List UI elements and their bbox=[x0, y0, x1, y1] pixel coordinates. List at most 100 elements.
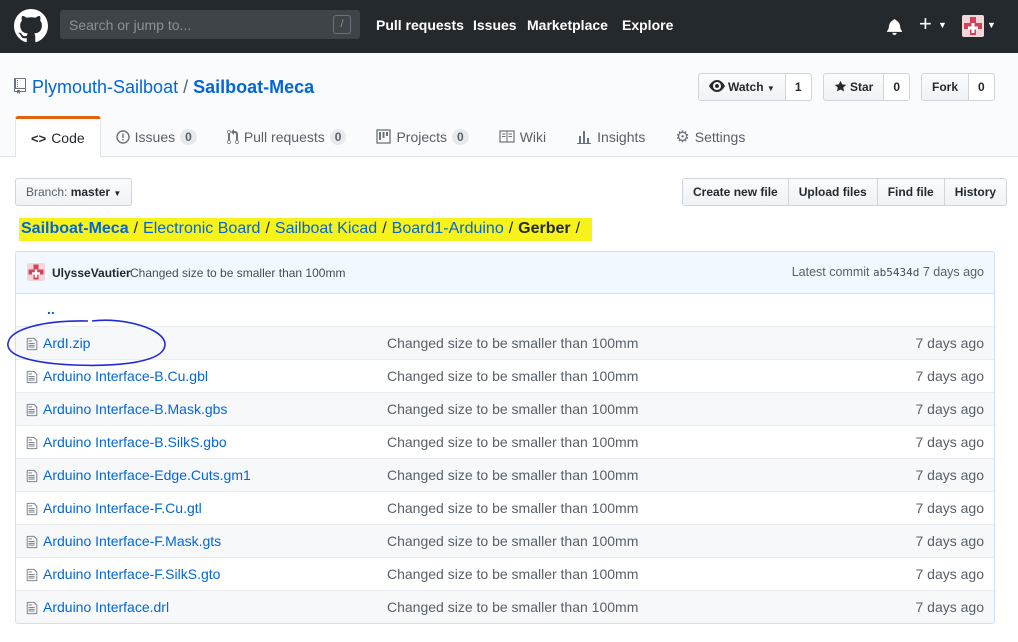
file-commit-message[interactable]: Changed size to be smaller than 100mm bbox=[387, 434, 638, 450]
branch-name: master bbox=[70, 185, 111, 199]
file-actions: Create new file Upload files Find file H… bbox=[682, 178, 1008, 206]
file-row[interactable]: Arduino Interface-F.Cu.gtl Changed size t… bbox=[16, 492, 994, 525]
file-name-link[interactable]: Arduino Interface.drl bbox=[43, 599, 169, 615]
search-shortcut-key: / bbox=[333, 15, 351, 34]
fork-label: Fork bbox=[932, 80, 959, 94]
file-commit-message[interactable]: Changed size to be smaller than 100mm bbox=[387, 401, 638, 417]
file-icon bbox=[26, 601, 38, 615]
breadcrumb-sep: / bbox=[382, 220, 387, 237]
plus-icon[interactable]: + bbox=[919, 13, 932, 35]
file-row[interactable]: Arduino Interface-Edge.Cuts.gm1 Changed s… bbox=[16, 459, 994, 492]
file-name-link[interactable]: Arduino Interface-Edge.Cuts.gm1 bbox=[43, 467, 251, 483]
branch-select[interactable]: Branch: master ▼ bbox=[15, 178, 133, 206]
file-commit-message[interactable]: Changed size to be smaller than 100mm bbox=[387, 335, 638, 351]
nav-pull-requests[interactable]: Pull requests bbox=[376, 17, 464, 33]
search-input[interactable] bbox=[60, 10, 360, 39]
file-icon bbox=[26, 535, 38, 549]
global-header: / Pull requests Issues Marketplace Explo… bbox=[0, 0, 1018, 53]
history-button[interactable]: History bbox=[943, 178, 1008, 206]
star-count[interactable]: 0 bbox=[884, 73, 911, 101]
file-icon bbox=[26, 337, 38, 351]
parent-directory-row[interactable]: .. bbox=[16, 294, 994, 327]
repo-owner-link[interactable]: Plymouth-Sailboat bbox=[32, 77, 178, 97]
file-row[interactable]: Arduino Interface-F.SilkS.gto Changed siz… bbox=[16, 558, 994, 591]
watch-caret-icon: ▼ bbox=[766, 84, 775, 93]
find-file-button[interactable]: Find file bbox=[876, 178, 945, 206]
bell-icon[interactable] bbox=[887, 18, 902, 35]
watch-count[interactable]: 1 bbox=[785, 73, 812, 101]
create-new-file-button[interactable]: Create new file bbox=[682, 178, 789, 206]
nav-issues[interactable]: Issues bbox=[473, 17, 517, 33]
tab-projects[interactable]: Projects 0 bbox=[361, 116, 483, 157]
file-commit-message[interactable]: Changed size to be smaller than 100mm bbox=[387, 467, 638, 483]
github-logo-icon[interactable] bbox=[14, 9, 48, 43]
watch-group: Watch ▼ 1 bbox=[698, 73, 812, 101]
chevron-down-icon[interactable]: ▼ bbox=[938, 20, 947, 30]
star-button[interactable]: Star bbox=[823, 73, 885, 101]
tab-code[interactable]: <> Code bbox=[15, 116, 101, 158]
file-age: 7 days ago bbox=[915, 599, 985, 615]
parent-directory-link[interactable]: .. bbox=[47, 301, 55, 317]
tab-pull-requests-count: 0 bbox=[329, 128, 347, 145]
file-age: 7 days ago bbox=[915, 335, 985, 351]
commit-sha[interactable]: ab5434d bbox=[873, 266, 919, 279]
file-commit-message[interactable]: Changed size to be smaller than 100mm bbox=[387, 599, 638, 615]
tab-code-label: Code bbox=[51, 130, 85, 146]
file-name-link[interactable]: Arduino Interface-F.Mask.gts bbox=[43, 533, 221, 549]
tab-issues[interactable]: Issues 0 bbox=[101, 116, 212, 157]
latest-commit: Latest commit ab5434d 7 days ago bbox=[792, 265, 984, 279]
code-icon: <> bbox=[31, 130, 47, 146]
file-icon bbox=[26, 568, 38, 582]
tab-projects-label: Projects bbox=[396, 128, 448, 145]
pull-request-icon bbox=[226, 128, 239, 144]
file-name-link[interactable]: Arduino Interface-F.Cu.gtl bbox=[43, 500, 202, 516]
file-age: 7 days ago bbox=[915, 533, 985, 549]
file-name-link[interactable]: ArdI.zip bbox=[43, 335, 90, 351]
file-commit-message[interactable]: Changed size to be smaller than 100mm bbox=[387, 500, 638, 516]
file-age: 7 days ago bbox=[915, 401, 985, 417]
file-name-link[interactable]: Arduino Interface-B.Mask.gbs bbox=[43, 401, 227, 417]
file-name-link[interactable]: Arduino Interface-B.SilkS.gbo bbox=[43, 434, 227, 450]
fork-button[interactable]: Fork bbox=[921, 73, 970, 101]
file-row[interactable]: ArdI.zip Changed size to be smaller than … bbox=[16, 327, 994, 360]
breadcrumb-sep: / bbox=[508, 220, 514, 237]
fork-group: Fork 0 bbox=[921, 73, 995, 101]
breadcrumb-electronic-board[interactable]: Electronic Board bbox=[143, 220, 260, 237]
file-commit-message[interactable]: Changed size to be smaller than 100mm bbox=[387, 368, 638, 384]
nav-marketplace[interactable]: Marketplace bbox=[527, 17, 608, 33]
file-row[interactable]: Arduino Interface-B.Cu.gbl Changed size t… bbox=[16, 360, 994, 393]
commit-message[interactable]: Changed size to be smaller than 100mm bbox=[130, 266, 345, 280]
file-commit-message[interactable]: Changed size to be smaller than 100mm bbox=[387, 533, 638, 549]
tab-settings[interactable]: ⚙ Settings bbox=[660, 116, 760, 157]
avatar-icon[interactable] bbox=[962, 15, 984, 37]
breadcrumb-board1-arduino[interactable]: Board1-Arduino bbox=[392, 220, 504, 237]
breadcrumb-sailboat-kicad[interactable]: Sailboat Kicad bbox=[275, 220, 377, 237]
file-name-link[interactable]: Arduino Interface-B.Cu.gbl bbox=[43, 368, 208, 384]
commit-author[interactable]: UlysseVautier bbox=[52, 266, 131, 280]
file-icon bbox=[26, 469, 38, 483]
file-row[interactable]: Arduino Interface-B.Mask.gbs Changed size… bbox=[16, 393, 994, 426]
tab-settings-label: Settings bbox=[694, 128, 746, 145]
tab-wiki[interactable]: Wiki bbox=[484, 116, 561, 157]
avatar-dropdown-icon[interactable]: ▼ bbox=[987, 20, 996, 30]
tab-projects-count: 0 bbox=[452, 128, 469, 145]
file-name-link[interactable]: Arduino Interface-F.SilkS.gto bbox=[43, 566, 220, 582]
file-commit-message[interactable]: Changed size to be smaller than 100mm bbox=[387, 566, 638, 582]
file-row[interactable]: Arduino Interface-B.SilkS.gbo Changed siz… bbox=[16, 426, 994, 459]
file-icon bbox=[26, 502, 38, 516]
fork-count[interactable]: 0 bbox=[969, 73, 995, 101]
repo-icon bbox=[14, 78, 26, 94]
breadcrumb-root[interactable]: Sailboat-Meca bbox=[21, 220, 129, 237]
file-age: 7 days ago bbox=[915, 368, 985, 384]
repo-name-link[interactable]: Sailboat-Meca bbox=[193, 77, 314, 97]
tab-insights[interactable]: Insights bbox=[561, 116, 660, 157]
file-row[interactable]: Arduino Interface.drl Changed size to be … bbox=[16, 591, 994, 623]
file-row[interactable]: Arduino Interface-F.Mask.gts Changed size… bbox=[16, 525, 994, 558]
nav-explore[interactable]: Explore bbox=[622, 17, 673, 33]
watch-button[interactable]: Watch ▼ bbox=[698, 73, 786, 101]
tab-issues-label: Issues bbox=[134, 128, 176, 145]
author-avatar-icon[interactable] bbox=[27, 263, 45, 281]
upload-files-button[interactable]: Upload files bbox=[787, 178, 878, 206]
tab-pull-requests[interactable]: Pull requests 0 bbox=[212, 116, 362, 157]
repo-header: Plymouth-Sailboat / Sailboat-Meca Watch ▼ … bbox=[0, 53, 1018, 158]
